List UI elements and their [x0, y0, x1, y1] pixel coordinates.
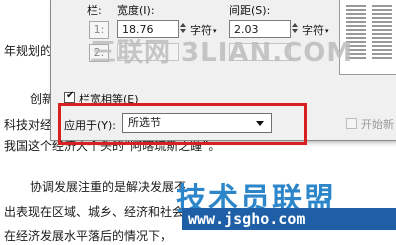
checkmark-icon: ✔	[66, 90, 75, 101]
equal-width-checkbox[interactable]: ✔	[64, 90, 75, 103]
doc-line: 协调发展注重的是解决发展不	[30, 180, 187, 194]
columns-label: 栏:	[87, 4, 102, 17]
watermark-top: 三联网 3LIAN.COM	[90, 38, 354, 68]
width-label: 宽度(I):	[117, 4, 155, 17]
watermark-url: www.jsgho.com	[182, 208, 396, 230]
doc-line: 科技对经	[4, 118, 53, 132]
start-new-column-label: 开始新	[361, 118, 394, 131]
spacing-label: 间距(S):	[229, 4, 271, 17]
doc-line: 年规划的	[4, 44, 53, 58]
doc-line: 在经济发展水平落后的情况下，	[4, 229, 173, 243]
doc-line: 出表现在区域、城乡、经济和社会	[4, 205, 185, 219]
start-new-column-checkbox[interactable]	[346, 118, 357, 129]
highlight-box	[58, 103, 307, 145]
